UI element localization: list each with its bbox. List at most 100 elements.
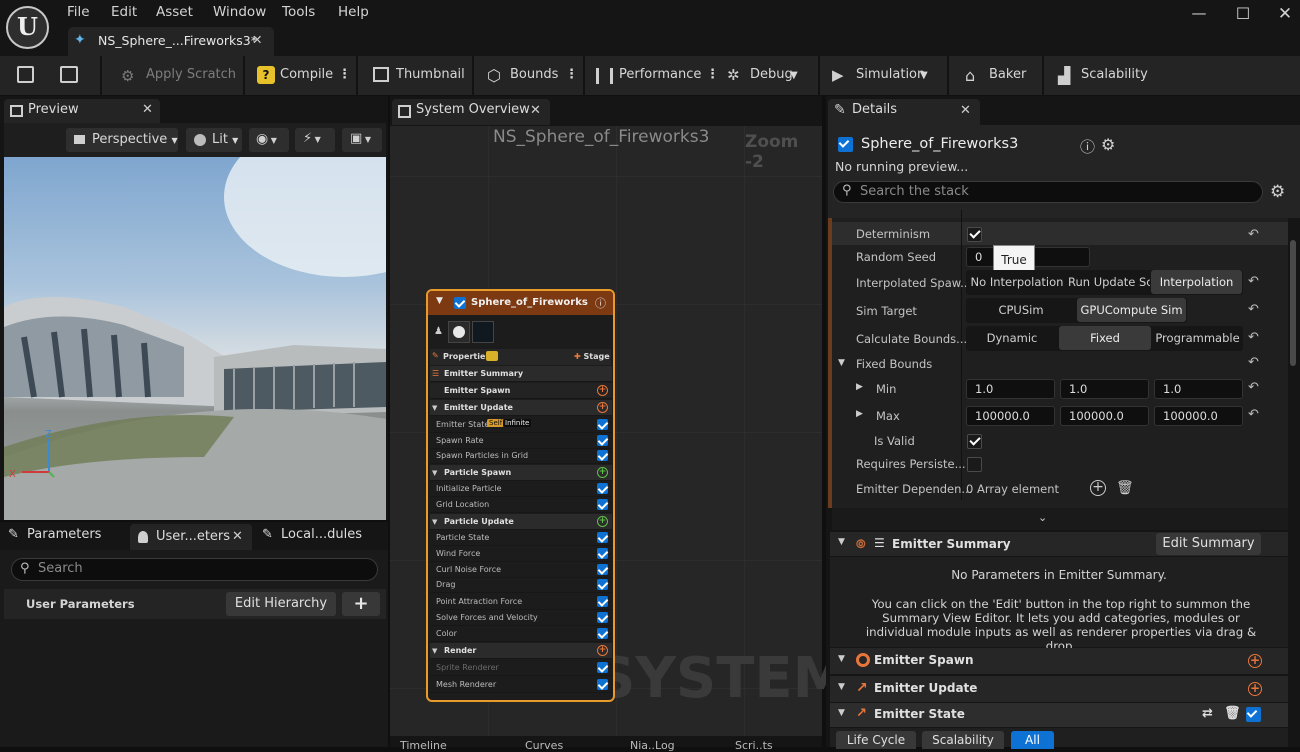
module-enabled-checkbox[interactable] xyxy=(597,548,608,559)
module-enabled-checkbox[interactable] xyxy=(597,662,608,673)
module-enabled-checkbox[interactable] xyxy=(597,450,608,461)
maximize-icon[interactable]: ☐ xyxy=(1234,4,1252,23)
node-module-row[interactable]: Curl Noise Force xyxy=(430,562,612,578)
collapse-arrow-icon[interactable]: ▼ xyxy=(432,647,437,655)
tab-curves[interactable]: Curves xyxy=(525,739,563,752)
minimize-icon[interactable]: — xyxy=(1190,4,1208,22)
menu-help[interactable]: Help xyxy=(338,4,369,20)
min-y-field[interactable]: 1.0 xyxy=(1060,379,1149,399)
node-module-row[interactable]: Solve Forces and Velocity xyxy=(430,610,612,626)
edit-summary-button[interactable]: Edit Summary xyxy=(1156,533,1261,555)
node-stage-header[interactable]: ▼ Particle Spawn + xyxy=(430,465,612,481)
reset-icon[interactable]: ↶ xyxy=(1248,302,1259,317)
performance-options-icon[interactable]: ⋮ xyxy=(706,67,719,82)
option-gpu-compute-sim[interactable]: GPUCompute Sim xyxy=(1077,298,1186,322)
add-module-icon[interactable]: + xyxy=(597,385,608,396)
collapse-arrow-icon[interactable]: ▼ xyxy=(432,404,437,412)
is-valid-checkbox[interactable] xyxy=(967,434,982,449)
unreal-logo-icon[interactable]: U xyxy=(6,6,49,49)
add-module-icon[interactable]: + xyxy=(597,516,608,527)
option-fixed[interactable]: Fixed xyxy=(1059,326,1151,350)
close-icon[interactable]: ✕ xyxy=(530,103,541,118)
section-emitter-update[interactable]: ▼ ↗ Emitter Update + xyxy=(830,676,1288,702)
perspective-dropdown[interactable]: Perspective ▼ xyxy=(66,128,178,152)
tab-niagara-log[interactable]: Nia..Log xyxy=(630,739,675,752)
bounds-button[interactable]: Bounds xyxy=(510,67,558,82)
determinism-checkbox[interactable] xyxy=(967,227,982,242)
menu-asset[interactable]: Asset xyxy=(156,4,193,20)
baker-button[interactable]: Baker xyxy=(989,67,1026,82)
collapse-arrow-icon[interactable]: ▼ xyxy=(432,469,437,477)
sprite-thumbnail[interactable] xyxy=(448,321,470,343)
node-stage-header[interactable]: ▼ Emitter Update + xyxy=(430,400,612,416)
tab-timeline[interactable]: Timeline xyxy=(400,739,447,752)
menu-file[interactable]: File xyxy=(67,4,90,20)
preview-viewport[interactable]: Z X xyxy=(4,157,386,520)
collapse-arrow-icon[interactable]: ▼ xyxy=(838,358,845,368)
settings-gear-icon[interactable]: ⚙ xyxy=(1270,182,1285,202)
requires-persistent-checkbox[interactable] xyxy=(967,457,982,472)
collapse-arrow-icon[interactable]: ▼ xyxy=(838,537,845,547)
tab-local-modules[interactable]: ✎ Local...dules xyxy=(262,527,362,542)
collapse-arrow-icon[interactable]: ▼ xyxy=(838,708,845,718)
edit-hierarchy-button[interactable]: Edit Hierarchy xyxy=(226,592,336,616)
system-enabled-checkbox[interactable] xyxy=(838,137,853,152)
section-emitter-state[interactable]: ▼ ↗ Emitter State ⇄ 🗑 xyxy=(830,703,1288,727)
reset-icon[interactable]: ↶ xyxy=(1248,330,1259,345)
add-module-icon[interactable]: + xyxy=(1248,654,1262,668)
module-enabled-checkbox[interactable] xyxy=(597,532,608,543)
option-programmable[interactable]: Programmable xyxy=(1152,326,1243,350)
collapse-arrow-icon[interactable]: ▼ xyxy=(838,682,845,692)
close-icon[interactable]: ✕ xyxy=(252,32,262,47)
node-module-row[interactable]: Spawn Rate xyxy=(430,433,612,449)
tab-all[interactable]: All xyxy=(1011,731,1054,749)
preview-tab[interactable]: Preview ✕ xyxy=(4,99,160,123)
scalability-button[interactable]: Scalability xyxy=(1081,67,1148,82)
module-enabled-checkbox[interactable] xyxy=(597,483,608,494)
search-input[interactable]: ⚲ Search xyxy=(11,558,378,581)
tab-life-cycle[interactable]: Life Cycle xyxy=(836,731,916,749)
shuffle-icon[interactable]: ⇄ xyxy=(1202,706,1213,721)
collapse-arrow-icon[interactable]: ▼ xyxy=(432,518,437,526)
performance-button[interactable]: Performance xyxy=(619,67,701,82)
node-module-row[interactable]: Emitter Spawn + xyxy=(430,383,612,399)
node-stage-header[interactable]: ▼ Render + xyxy=(430,643,612,659)
chevron-down-icon[interactable]: ▼ xyxy=(920,70,928,81)
option-dynamic[interactable]: Dynamic xyxy=(966,326,1058,350)
min-x-field[interactable]: 1.0 xyxy=(966,379,1055,399)
reset-icon[interactable]: ↶ xyxy=(1248,380,1259,395)
info-icon[interactable]: ⓘ xyxy=(595,295,606,311)
add-module-icon[interactable]: + xyxy=(597,467,608,478)
compile-button[interactable]: Compile xyxy=(280,67,333,82)
expand-arrow-icon[interactable]: ▶ xyxy=(856,409,863,419)
max-x-field[interactable]: 100000.0 xyxy=(966,406,1055,426)
module-enabled-checkbox[interactable] xyxy=(597,579,608,590)
node-stage-header[interactable]: ▼ Particle Update + xyxy=(430,514,612,530)
save-icon[interactable] xyxy=(17,66,34,83)
node-module-row[interactable]: Spawn Particles in Grid xyxy=(430,448,612,464)
module-enabled-checkbox[interactable] xyxy=(597,596,608,607)
close-icon[interactable]: ✕ xyxy=(960,103,971,118)
add-module-icon[interactable]: + xyxy=(597,645,608,656)
trash-icon[interactable]: 🗑 xyxy=(1116,480,1134,496)
apply-scratch-button[interactable]: Apply Scratch xyxy=(146,67,236,82)
module-enabled-checkbox[interactable] xyxy=(597,612,608,623)
tab-user-parameters[interactable]: User...eters ✕ xyxy=(130,524,252,550)
option-run-update-script[interactable]: Run Update Scri xyxy=(1068,270,1150,294)
tab-system-overview[interactable]: System Overview ✕ xyxy=(392,99,550,125)
tab-parameters[interactable]: ✎ Parameters xyxy=(8,527,101,542)
add-parameter-button[interactable]: + xyxy=(342,592,380,616)
trash-icon[interactable]: 🗑 xyxy=(1224,706,1241,721)
node-module-row[interactable]: Particle State xyxy=(430,530,612,546)
reset-icon[interactable]: ↶ xyxy=(1248,227,1259,242)
option-interpolation[interactable]: Interpolation xyxy=(1151,270,1242,294)
collapse-arrow-icon[interactable]: ▼ xyxy=(436,296,443,306)
details-scrollbar[interactable] xyxy=(1290,240,1296,366)
module-enabled-checkbox[interactable] xyxy=(597,679,608,690)
collapse-arrow-icon[interactable]: ▼ xyxy=(838,654,845,664)
max-y-field[interactable]: 100000.0 xyxy=(1060,406,1149,426)
row-fixed-bounds[interactable]: ▼ Fixed Bounds xyxy=(830,357,1288,377)
node-module-row[interactable]: Wind Force xyxy=(430,546,612,562)
emitter-enabled-checkbox[interactable] xyxy=(454,297,466,309)
module-enabled-checkbox[interactable] xyxy=(597,628,608,639)
